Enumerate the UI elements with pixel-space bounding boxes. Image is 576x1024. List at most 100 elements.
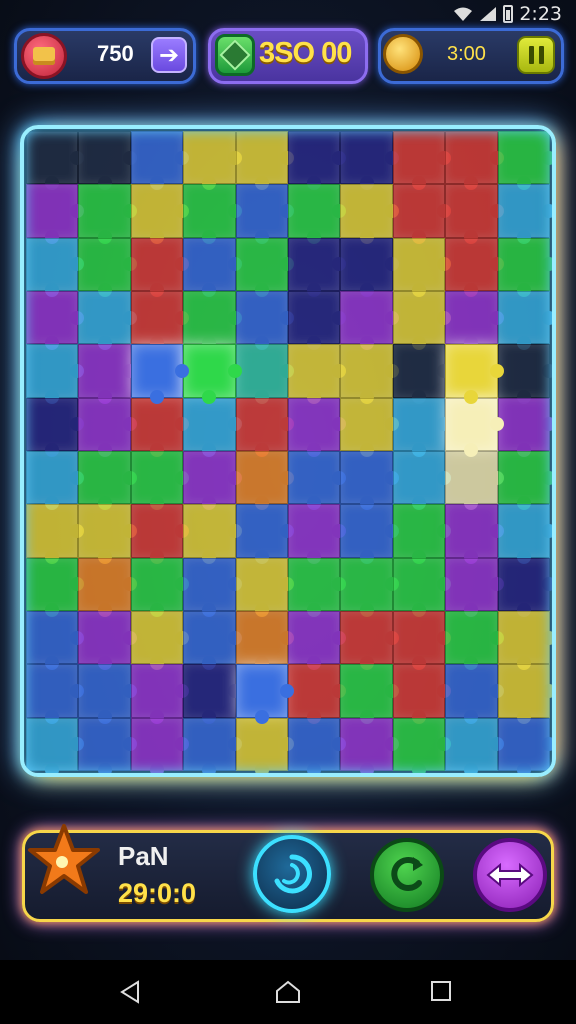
puzzle-piece[interactable]	[130, 504, 190, 565]
puzzle-piece[interactable]	[288, 237, 347, 298]
arrow-right-icon[interactable]: ➔	[151, 37, 187, 73]
puzzle-piece[interactable]	[340, 290, 400, 351]
puzzle-piece[interactable]	[183, 344, 243, 405]
puzzle-piece[interactable]	[392, 450, 452, 511]
puzzle-piece[interactable]	[235, 397, 295, 458]
home-icon[interactable]	[275, 980, 301, 1004]
puzzle-piece[interactable]	[78, 290, 138, 351]
puzzle-piece[interactable]	[497, 664, 557, 725]
puzzle-piece[interactable]	[340, 344, 400, 405]
puzzle-piece[interactable]	[445, 557, 505, 618]
puzzle-piece[interactable]	[183, 610, 243, 671]
puzzle-piece[interactable]	[183, 664, 243, 725]
puzzle-piece[interactable]	[26, 290, 85, 351]
puzzle-piece[interactable]	[78, 504, 138, 565]
puzzle-piece[interactable]	[130, 450, 190, 511]
puzzle-piece[interactable]	[235, 237, 295, 298]
puzzle-piece[interactable]	[183, 397, 243, 458]
puzzle-piece[interactable]	[497, 344, 557, 405]
puzzle-piece[interactable]	[288, 131, 347, 191]
puzzle-piece[interactable]	[78, 397, 138, 458]
puzzle-piece[interactable]	[445, 664, 505, 725]
puzzle-piece[interactable]	[392, 290, 452, 351]
puzzle-piece[interactable]	[288, 504, 347, 565]
puzzle-piece[interactable]	[26, 344, 85, 405]
puzzle-piece[interactable]	[130, 557, 190, 618]
puzzle-piece[interactable]	[235, 184, 295, 245]
puzzle-piece[interactable]	[497, 717, 557, 778]
puzzle-piece[interactable]	[497, 237, 557, 298]
puzzle-piece[interactable]	[288, 290, 347, 351]
puzzle-piece[interactable]	[497, 504, 557, 565]
puzzle-piece[interactable]	[78, 664, 138, 725]
puzzle-piece[interactable]	[78, 237, 138, 298]
puzzle-piece[interactable]	[130, 397, 190, 458]
recents-icon[interactable]	[430, 980, 452, 1002]
pause-button[interactable]	[517, 36, 555, 74]
puzzle-piece[interactable]	[288, 184, 347, 245]
puzzle-piece[interactable]	[235, 610, 295, 671]
puzzle-piece[interactable]	[340, 504, 400, 565]
puzzle-piece[interactable]	[235, 344, 295, 405]
swap-button[interactable]	[473, 838, 547, 912]
puzzle-piece[interactable]	[78, 717, 138, 778]
puzzle-piece[interactable]	[130, 664, 190, 725]
puzzle-piece[interactable]	[130, 290, 190, 351]
puzzle-piece[interactable]	[392, 610, 452, 671]
puzzle-piece[interactable]	[78, 557, 138, 618]
puzzle-piece[interactable]	[288, 664, 347, 725]
back-icon[interactable]	[118, 980, 142, 1004]
puzzle-piece[interactable]	[445, 290, 505, 351]
puzzle-piece[interactable]	[26, 450, 85, 511]
puzzle-piece[interactable]	[235, 290, 295, 351]
puzzle-piece[interactable]	[497, 397, 557, 458]
puzzle-piece[interactable]	[340, 237, 400, 298]
puzzle-piece[interactable]	[288, 397, 347, 458]
puzzle-piece[interactable]	[78, 184, 138, 245]
puzzle-piece[interactable]	[497, 184, 557, 245]
puzzle-piece[interactable]	[445, 344, 505, 405]
puzzle-piece[interactable]	[340, 557, 400, 618]
shuffle-button[interactable]	[370, 838, 444, 912]
puzzle-piece[interactable]	[392, 237, 452, 298]
puzzle-piece[interactable]	[235, 664, 295, 725]
puzzle-piece[interactable]	[183, 504, 243, 565]
puzzle-piece[interactable]	[78, 131, 138, 191]
puzzle-piece[interactable]	[445, 397, 505, 458]
puzzle-piece[interactable]	[392, 717, 452, 778]
puzzle-piece[interactable]	[183, 557, 243, 618]
puzzle-piece[interactable]	[183, 290, 243, 351]
gem-icon[interactable]	[215, 34, 255, 76]
puzzle-piece[interactable]	[26, 237, 85, 298]
puzzle-piece[interactable]	[26, 504, 85, 565]
puzzle-piece[interactable]	[340, 131, 400, 191]
puzzle-piece[interactable]	[235, 717, 295, 778]
puzzle-piece[interactable]	[26, 131, 85, 191]
puzzle-piece[interactable]	[183, 450, 243, 511]
puzzle-piece[interactable]	[497, 131, 557, 191]
puzzle-piece[interactable]	[497, 450, 557, 511]
puzzle-piece[interactable]	[78, 450, 138, 511]
puzzle-piece[interactable]	[445, 131, 505, 191]
puzzle-piece[interactable]	[183, 237, 243, 298]
puzzle-piece[interactable]	[445, 610, 505, 671]
puzzle-piece[interactable]	[78, 610, 138, 671]
puzzle-piece[interactable]	[445, 184, 505, 245]
puzzle-piece[interactable]	[392, 131, 452, 191]
puzzle-piece[interactable]	[445, 450, 505, 511]
puzzle-piece[interactable]	[235, 504, 295, 565]
puzzle-piece[interactable]	[26, 184, 85, 245]
puzzle-piece[interactable]	[78, 344, 138, 405]
puzzle-piece[interactable]	[340, 717, 400, 778]
puzzle-piece[interactable]	[130, 237, 190, 298]
puzzle-piece[interactable]	[445, 717, 505, 778]
puzzle-board[interactable]	[26, 131, 557, 778]
puzzle-piece[interactable]	[340, 610, 400, 671]
puzzle-piece[interactable]	[340, 184, 400, 245]
puzzle-piece[interactable]	[288, 344, 347, 405]
puzzle-piece[interactable]	[392, 397, 452, 458]
puzzle-piece[interactable]	[392, 557, 452, 618]
puzzle-piece[interactable]	[392, 344, 452, 405]
puzzle-piece[interactable]	[445, 504, 505, 565]
puzzle-piece[interactable]	[392, 504, 452, 565]
